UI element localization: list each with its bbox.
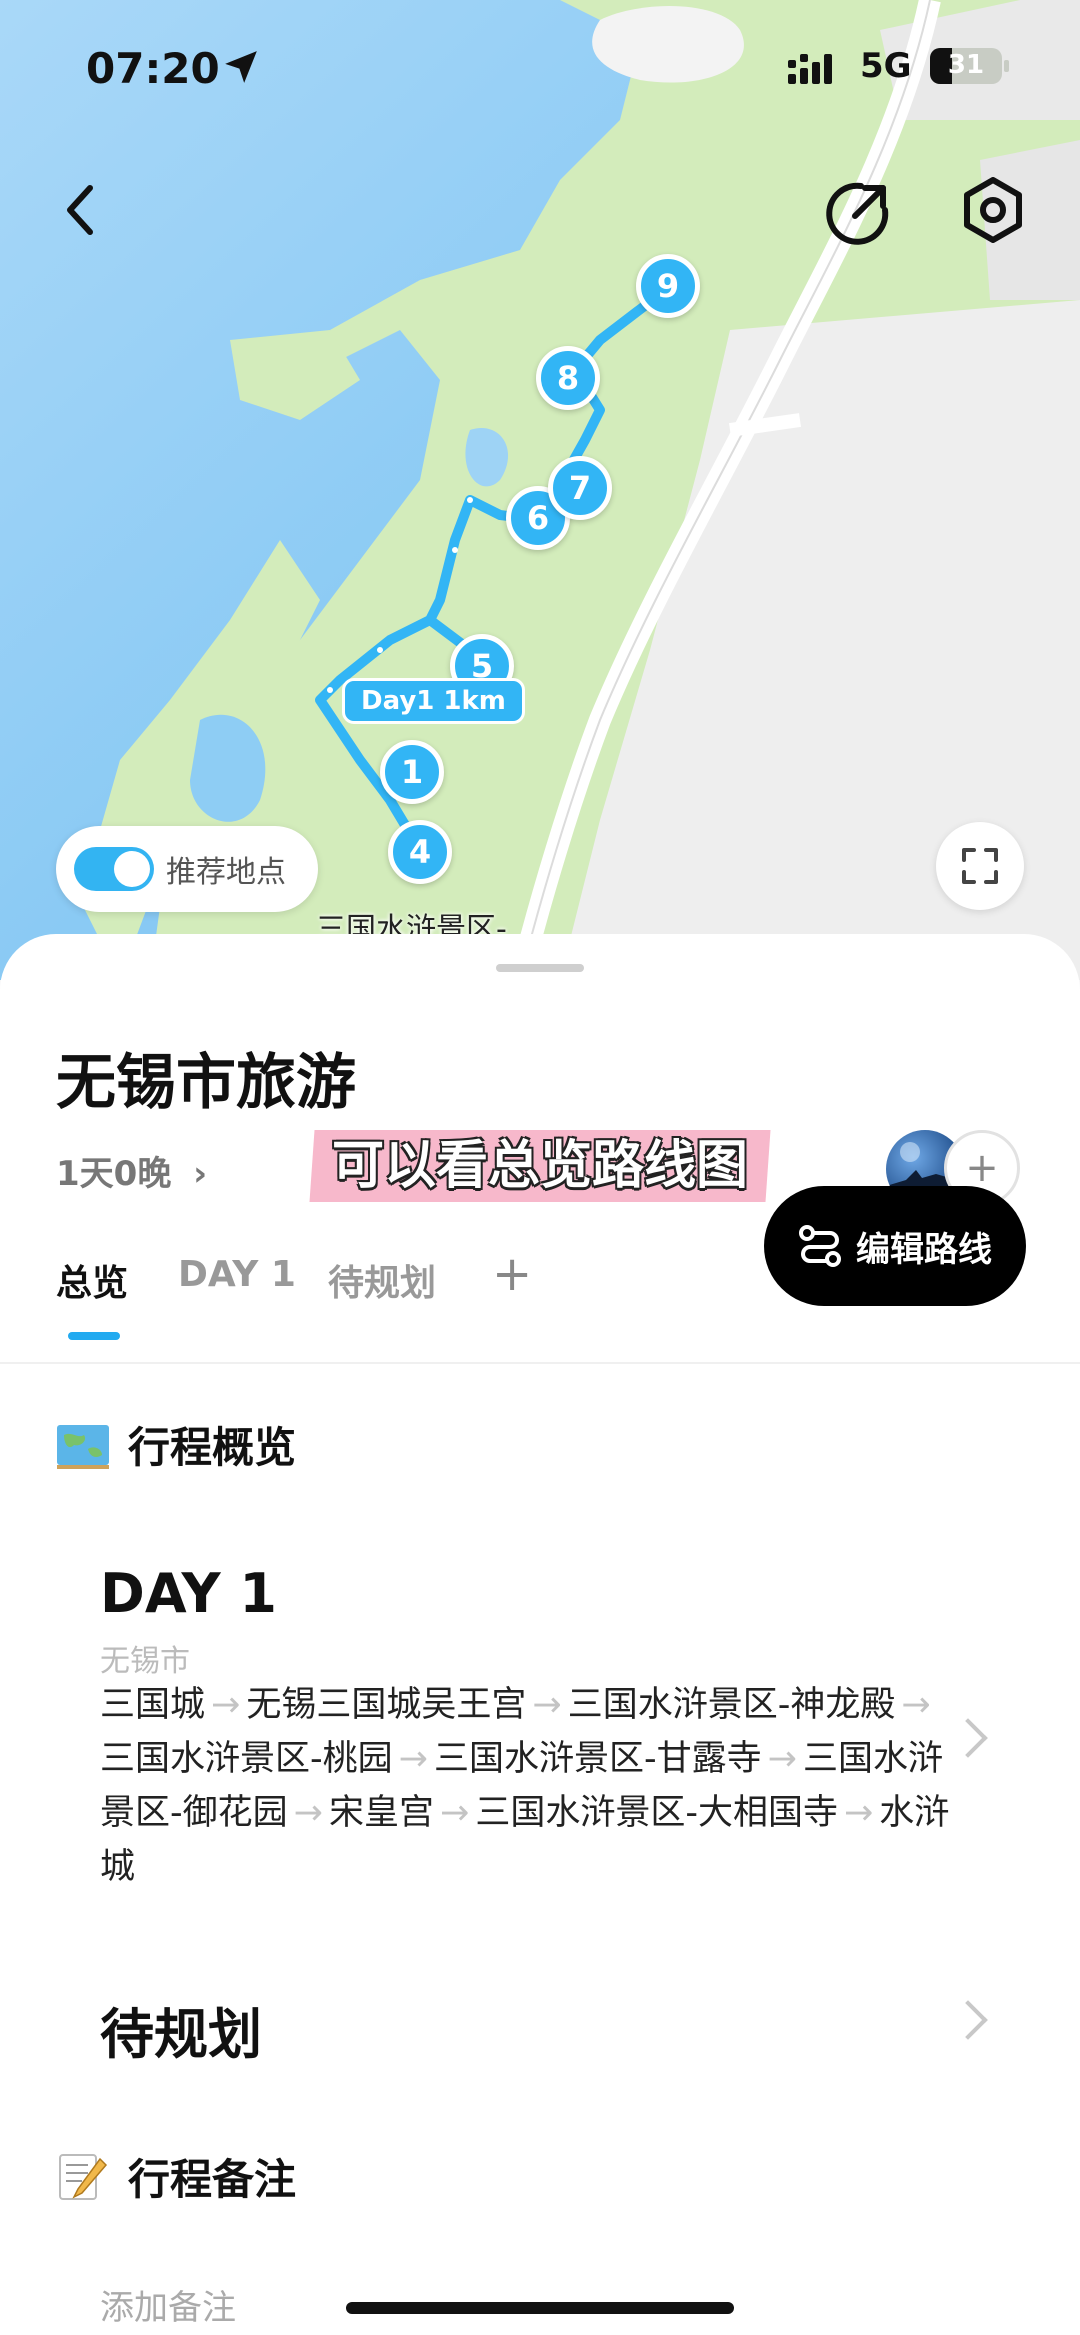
- day-route-list: 三国城 → 无锡三国城吴王宫 → 三国水浒景区-神龙殿 →三国水浒景区-桃园 → 三国水浒景区…: [100, 1678, 970, 1894]
- battery-tip: [1004, 60, 1009, 72]
- notes-card[interactable]: 添加备注: [56, 2236, 1024, 2335]
- plus-icon: +: [965, 1145, 999, 1191]
- trip-title: 无锡市旅游: [56, 1048, 356, 1118]
- recommend-places-label: 推荐地点: [166, 855, 286, 890]
- sheet-grabber[interactable]: [496, 964, 584, 972]
- notes-input-placeholder: 添加备注: [100, 2288, 236, 2328]
- route-stop: 无锡三国城吴王宫: [246, 1685, 527, 1725]
- route-arrow-icon: →: [398, 1739, 428, 1779]
- route-stop: 三国水浒景区-大相国寺: [475, 1793, 838, 1833]
- day1-summary-card[interactable]: DAY 1 无锡市 三国城 → 无锡三国城吴王宫 → 三国水浒景区-神龙殿 →三国水浒景区…: [56, 1518, 1024, 1932]
- day-card-title: DAY 1: [100, 1562, 277, 1625]
- map-marker-1[interactable]: 1: [380, 740, 444, 804]
- map-marker-4[interactable]: 4: [388, 820, 452, 884]
- route-arrow-icon: →: [901, 1685, 931, 1725]
- route-distance-label: Day1 1km: [342, 678, 525, 724]
- back-button[interactable]: [50, 175, 110, 245]
- network-type: 5G: [860, 46, 912, 86]
- route-arrow-icon: →: [843, 1793, 874, 1833]
- overview-heading-text: 行程概览: [128, 1423, 297, 1472]
- notes-heading-text: 行程备注: [128, 2155, 297, 2204]
- status-bar: 07:20 5G 31: [0, 40, 1080, 100]
- trip-duration[interactable]: 1天0晚 ›: [56, 1146, 207, 1195]
- route-stop: 宋皇宫: [328, 1793, 434, 1833]
- pending-card-title: 待规划: [100, 2003, 262, 2066]
- trip-map[interactable]: 07:20 5G 31 9 8 6 7 5 Day1 1km 1 4 三国水浒景…: [0, 0, 1080, 980]
- map-marker-7[interactable]: 7: [548, 456, 612, 520]
- gear-icon: [964, 177, 1022, 243]
- toggle-switch[interactable]: [74, 847, 154, 891]
- edit-route-button[interactable]: 编辑路线: [764, 1186, 1026, 1306]
- day-card-city: 无锡市: [100, 1644, 190, 1679]
- route-stop: 三国水浒景区-桃园: [100, 1739, 393, 1779]
- edit-route-label: 编辑路线: [856, 1229, 992, 1270]
- route-arrow-icon: →: [767, 1739, 797, 1779]
- recommend-places-toggle[interactable]: 推荐地点: [56, 826, 318, 912]
- fullscreen-button[interactable]: [936, 822, 1024, 910]
- route-stop: 三国城: [100, 1685, 206, 1725]
- location-arrow-icon: [225, 51, 257, 83]
- map-marker-9[interactable]: 9: [636, 254, 700, 318]
- route-arrow-icon: →: [532, 1685, 562, 1725]
- signal-icon: [788, 54, 832, 84]
- tab-active-indicator: [68, 1332, 120, 1340]
- settings-button[interactable]: [958, 175, 1028, 245]
- tab-day1[interactable]: DAY 1: [178, 1254, 296, 1295]
- route-icon: [799, 1225, 841, 1267]
- trip-duration-text: 1天0晚: [56, 1154, 172, 1194]
- expand-icon: [962, 848, 998, 884]
- add-day-tab[interactable]: +: [492, 1246, 532, 1302]
- route-stop: 三国水浒景区-甘露寺: [433, 1739, 762, 1779]
- map-emoji-icon: [57, 1424, 109, 1469]
- toggle-knob: [114, 851, 150, 887]
- overlay-caption: 可以看总览路线图: [309, 1130, 771, 1202]
- tab-overview[interactable]: 总览: [56, 1254, 128, 1306]
- route-arrow-icon: →: [439, 1793, 470, 1833]
- overlay-caption-text: 可以看总览路线图: [332, 1136, 749, 1196]
- battery-icon: 31: [930, 48, 1002, 84]
- tab-pending[interactable]: 待规划: [328, 1254, 436, 1306]
- share-arrow-icon: [826, 182, 889, 245]
- battery-level: 31: [947, 50, 985, 80]
- memo-emoji-icon: [59, 2153, 108, 2200]
- notes-heading: 行程备注: [56, 2146, 296, 2207]
- pending-card[interactable]: 待规划: [56, 1950, 1024, 2090]
- route-arrow-icon: →: [211, 1685, 241, 1725]
- overview-heading: 行程概览: [56, 1414, 296, 1475]
- route-stop: 三国水浒景区-神龙殿: [567, 1685, 896, 1725]
- chevron-left-icon: [67, 185, 93, 235]
- share-button[interactable]: [820, 175, 896, 251]
- chevron-right-icon: ›: [193, 1154, 208, 1194]
- route-arrow-icon: →: [293, 1793, 323, 1833]
- home-indicator: [346, 2302, 734, 2314]
- map-marker-8[interactable]: 8: [536, 346, 600, 410]
- status-time: 07:20: [86, 44, 220, 93]
- chevron-right-icon: [948, 2000, 988, 2040]
